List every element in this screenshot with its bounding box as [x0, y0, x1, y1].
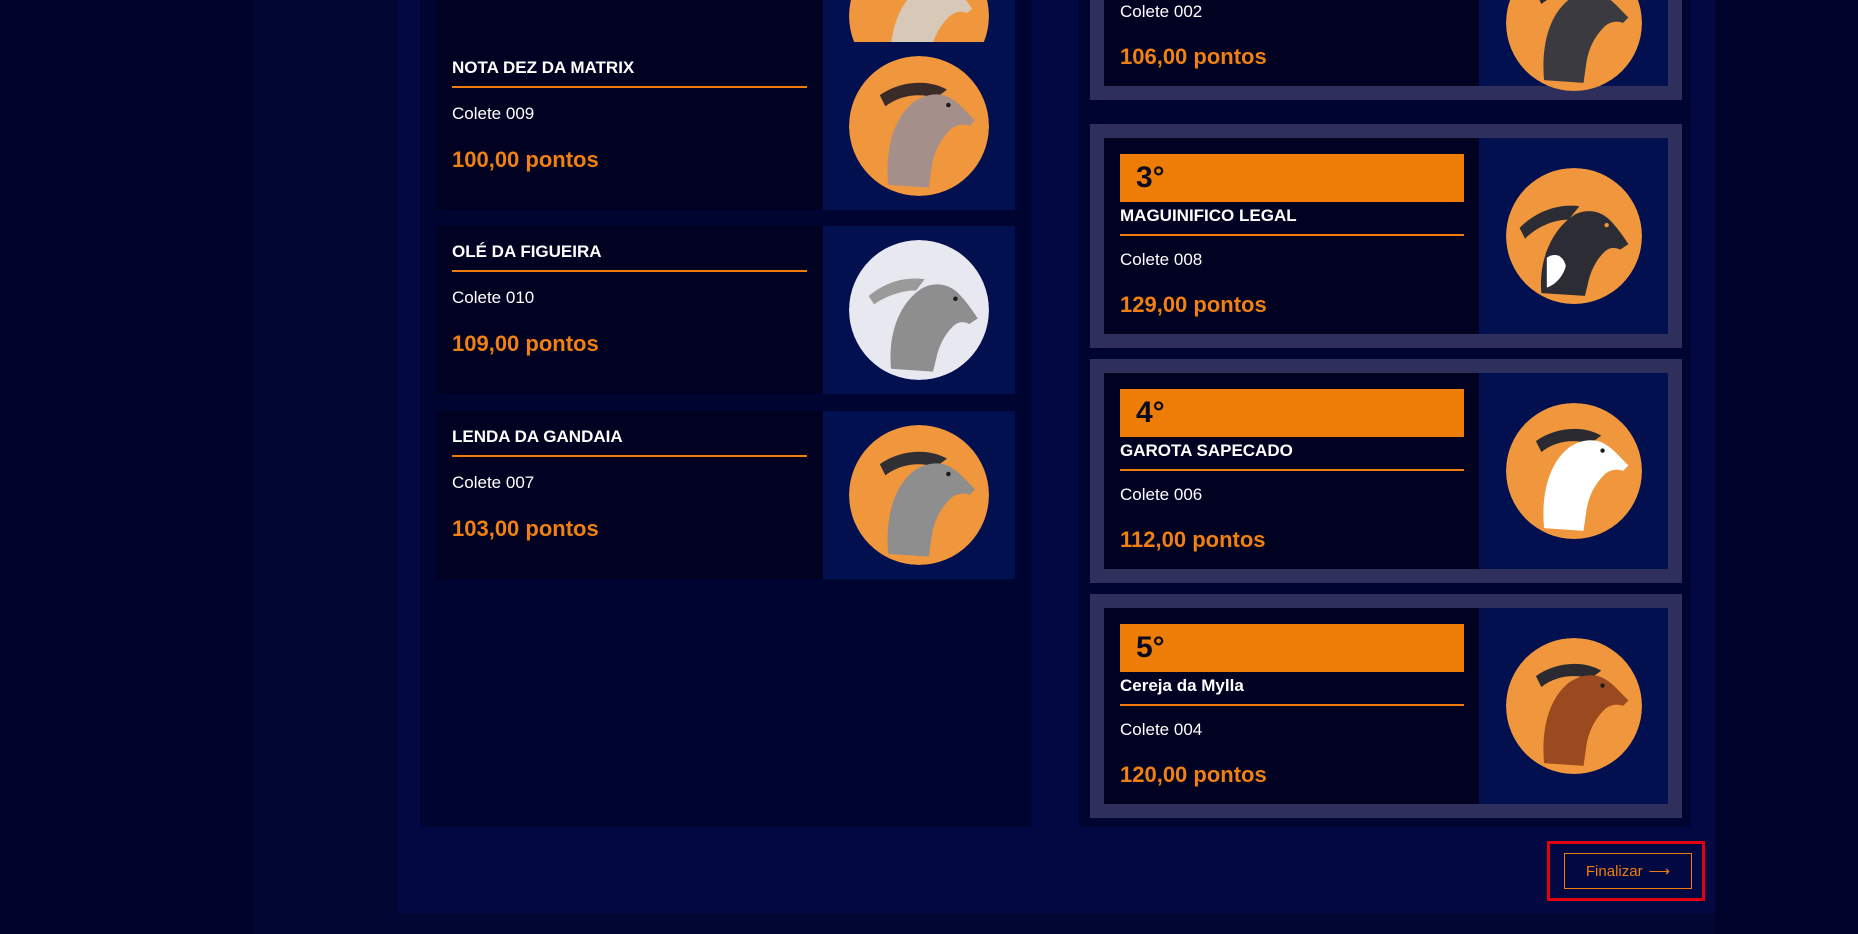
- card-image-area: [1479, 0, 1668, 91]
- points-value: 106,00 pontos: [1120, 44, 1267, 69]
- points-value: 112,00 pontos: [1120, 527, 1266, 552]
- horse-name: LENDA DA GANDAIA: [452, 427, 807, 457]
- card-info: NOTA DEZ DA MATRIX Colete 009 100,00 pon…: [436, 42, 823, 210]
- points-value: 103,00 pontos: [452, 516, 599, 541]
- colete-number: Colete 008: [1120, 250, 1203, 269]
- finalize-label: Finalizar: [1585, 862, 1643, 880]
- horse-name: GAROTA SAPECADO: [1120, 441, 1464, 471]
- horse-head-icon: [1505, 638, 1642, 774]
- card-info: OLÉ DA FIGUEIRA Colete 010 109,00 pontos: [436, 226, 823, 394]
- horse-head-icon: [849, 425, 989, 565]
- rank-badge: 5°: [1120, 624, 1464, 672]
- finalize-button[interactable]: Finalizar ⟶: [1564, 853, 1692, 889]
- rank-badge: 3°: [1120, 154, 1464, 202]
- colete-number: Colete 004: [1120, 720, 1203, 739]
- horse-name: OLÉ DA FIGUEIRA: [452, 242, 807, 272]
- colete-number: Colete 009: [452, 104, 535, 123]
- points-value: 129,00 pontos: [1120, 292, 1267, 317]
- card-info: Colete 002 106,00 pontos: [1104, 0, 1479, 86]
- ranking-card[interactable]: 3° MAGUINIFICO LEGAL Colete 008 129,00 p…: [1090, 124, 1682, 348]
- points-value: 100,00 pontos: [452, 147, 599, 172]
- card-image-area: [823, 411, 1015, 579]
- horse-head-icon: [1505, 403, 1642, 539]
- colete-number: Colete 006: [1120, 485, 1203, 504]
- points-value: 109,00 pontos: [452, 331, 599, 356]
- points-value: 120,00 pontos: [1120, 762, 1267, 787]
- card-info: 4° GAROTA SAPECADO Colete 006 112,00 pon…: [1104, 373, 1479, 569]
- colete-number: Colete 007: [452, 473, 535, 492]
- ranking-card[interactable]: 5° Cereja da Mylla Colete 004 120,00 pon…: [1090, 594, 1682, 818]
- colete-number: Colete 010: [452, 288, 535, 307]
- horse-head-icon: [849, 56, 989, 196]
- horse-head-icon: [1505, 168, 1642, 304]
- horse-name: NOTA DEZ DA MATRIX: [452, 58, 807, 88]
- rank-badge: 4°: [1120, 389, 1464, 437]
- list-item[interactable]: LENDA DA GANDAIA Colete 007 103,00 ponto…: [436, 411, 1015, 579]
- horse-name: MAGUINIFICO LEGAL: [1120, 206, 1464, 236]
- list-item[interactable]: NOTA DEZ DA MATRIX Colete 009 100,00 pon…: [436, 42, 1015, 210]
- arrow-right-icon: ⟶: [1648, 863, 1671, 880]
- card-info: LENDA DA GANDAIA Colete 007 103,00 ponto…: [436, 411, 823, 579]
- card-info: 5° Cereja da Mylla Colete 004 120,00 pon…: [1104, 608, 1479, 804]
- colete-number: Colete 002: [1120, 2, 1203, 21]
- horse-head-icon: [849, 240, 989, 380]
- horse-name: Cereja da Mylla: [1120, 676, 1464, 706]
- card-image-area: [823, 42, 1015, 210]
- card-image-area: [1479, 608, 1668, 804]
- card-image-area: [1479, 373, 1668, 569]
- ranking-card[interactable]: 4° GAROTA SAPECADO Colete 006 112,00 pon…: [1090, 359, 1682, 583]
- card-image-area: [823, 226, 1015, 394]
- ranking-card-partial[interactable]: Colete 002 106,00 pontos: [1090, 0, 1682, 100]
- card-image-area: [1479, 138, 1668, 334]
- horse-head-icon: [1505, 0, 1642, 91]
- list-item[interactable]: OLÉ DA FIGUEIRA Colete 010 109,00 pontos: [436, 226, 1015, 394]
- card-info: 3° MAGUINIFICO LEGAL Colete 008 129,00 p…: [1104, 138, 1479, 334]
